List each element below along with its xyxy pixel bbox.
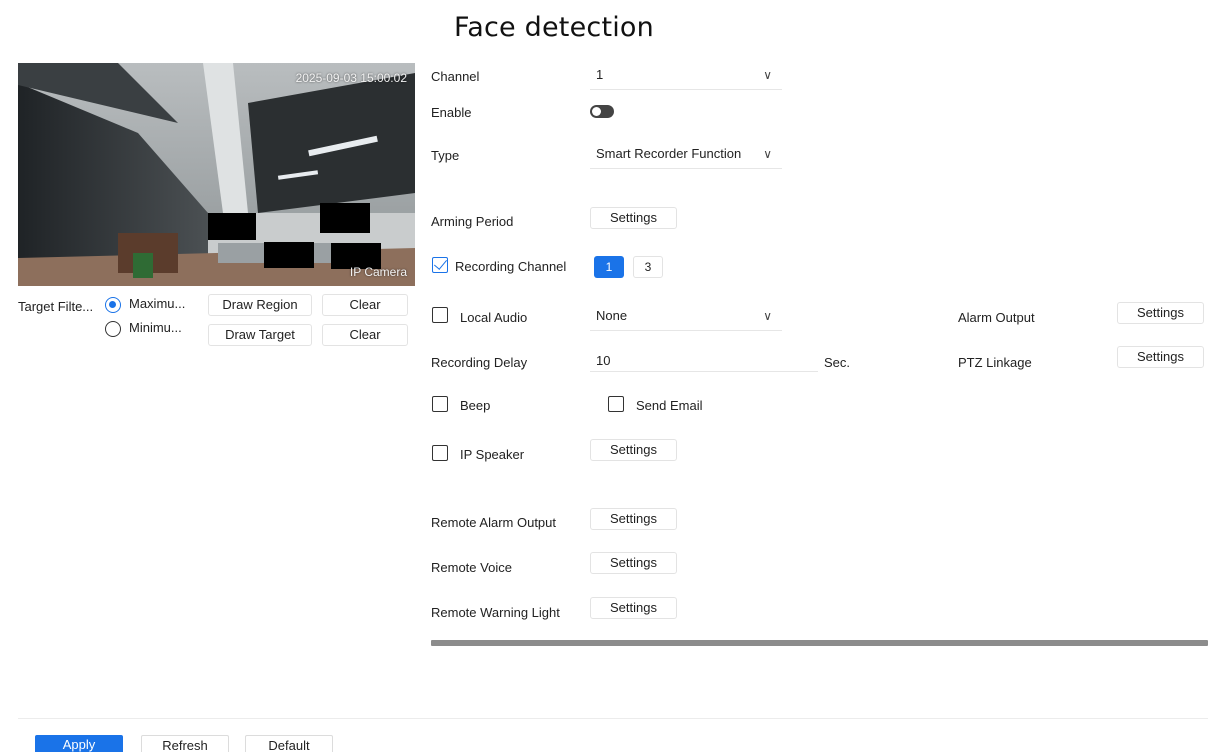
radio-maximum-label[interactable]: Maximu...: [129, 296, 185, 311]
ip-speaker-settings-button[interactable]: Settings: [590, 439, 677, 461]
recording-delay-input[interactable]: 10: [590, 350, 818, 372]
default-button[interactable]: Default: [245, 735, 333, 752]
alarm-output-label: Alarm Output: [958, 310, 1035, 325]
privacy-mask: [208, 213, 256, 240]
local-audio-label: Local Audio: [460, 310, 528, 325]
remote-voice-settings-button[interactable]: Settings: [590, 552, 677, 574]
camera-preview[interactable]: 2025-09-03 15:00:02 IP Camera: [18, 63, 415, 286]
ptz-linkage-label: PTZ Linkage: [958, 355, 1032, 370]
page-title: Face detection: [454, 12, 654, 43]
arming-period-settings-button[interactable]: Settings: [590, 207, 677, 229]
enable-label: Enable: [431, 105, 472, 120]
clear-target-button[interactable]: Clear: [322, 324, 408, 346]
alarm-output-settings-button[interactable]: Settings: [1117, 302, 1204, 324]
footer-divider: [18, 718, 1208, 719]
recording-channel-checkbox[interactable]: [432, 257, 448, 273]
ptz-linkage-settings-button[interactable]: Settings: [1117, 346, 1204, 368]
remote-voice-label: Remote Voice: [431, 560, 512, 575]
local-audio-checkbox[interactable]: [432, 307, 448, 323]
ip-speaker-label: IP Speaker: [460, 447, 525, 462]
radio-maximum[interactable]: [105, 297, 121, 313]
radio-minimum[interactable]: [105, 321, 121, 337]
send-email-checkbox[interactable]: [608, 396, 624, 412]
send-email-label: Send Email: [636, 398, 703, 413]
channel-select-value: 1: [596, 67, 604, 82]
beep-label: Beep: [460, 398, 491, 413]
privacy-mask: [320, 203, 370, 233]
remote-alarm-output-settings-button[interactable]: Settings: [590, 508, 677, 530]
clear-region-button[interactable]: Clear: [322, 294, 408, 316]
local-audio-select[interactable]: None ∨: [590, 305, 782, 331]
privacy-mask: [264, 242, 314, 268]
local-audio-select-value: None: [596, 308, 628, 323]
target-filter-label: Target Filte...: [18, 299, 94, 314]
preview-camera-name: IP Camera: [349, 265, 407, 279]
remote-alarm-output-label: Remote Alarm Output: [431, 515, 556, 530]
remote-warning-light-settings-button[interactable]: Settings: [590, 597, 677, 619]
type-label: Type: [431, 148, 460, 163]
draw-target-button[interactable]: Draw Target: [208, 324, 312, 346]
refresh-button[interactable]: Refresh: [141, 735, 229, 752]
beep-checkbox[interactable]: [432, 396, 448, 412]
recording-channel-3-button[interactable]: 3: [633, 256, 663, 278]
ip-speaker-checkbox[interactable]: [432, 445, 448, 461]
channel-label: Channel: [431, 69, 480, 84]
enable-toggle[interactable]: [590, 105, 614, 118]
recording-channel-1-button[interactable]: 1: [594, 256, 624, 278]
type-select[interactable]: Smart Recorder Function ∨: [590, 143, 782, 169]
chevron-down-icon: ∨: [763, 68, 772, 82]
remote-warning-light-label: Remote Warning Light: [431, 605, 560, 620]
chevron-down-icon: ∨: [763, 309, 772, 323]
horizontal-scrollbar[interactable]: [431, 640, 1208, 646]
apply-button[interactable]: Apply: [35, 735, 123, 752]
chevron-down-icon: ∨: [763, 147, 772, 161]
recording-delay-label: Recording Delay: [431, 355, 528, 370]
type-select-value: Smart Recorder Function: [596, 146, 742, 161]
preview-timestamp: 2025-09-03 15:00:02: [295, 71, 407, 85]
radio-minimum-label[interactable]: Minimu...: [129, 320, 182, 335]
recording-delay-unit: Sec.: [824, 355, 851, 370]
arming-period-label: Arming Period: [431, 214, 514, 229]
channel-select[interactable]: 1 ∨: [590, 64, 782, 90]
draw-region-button[interactable]: Draw Region: [208, 294, 312, 316]
recording-channel-label: Recording Channel: [455, 259, 567, 274]
